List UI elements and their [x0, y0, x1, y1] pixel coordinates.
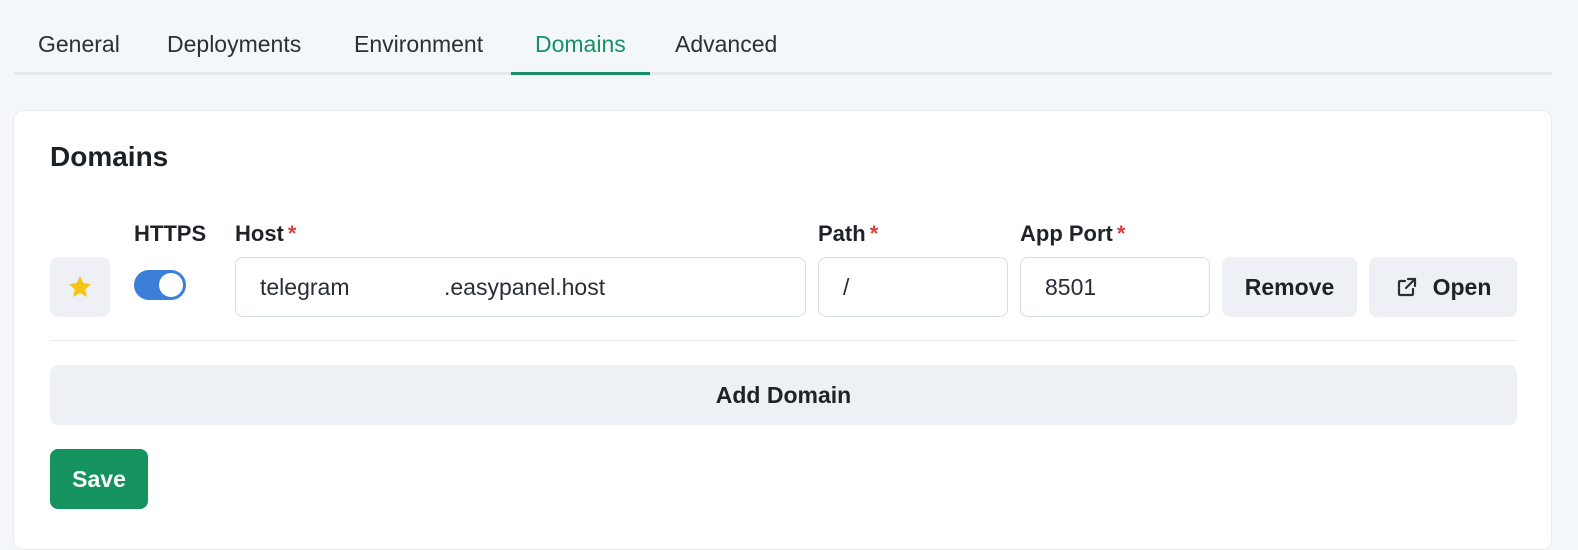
tab-environment[interactable]: Environment: [330, 26, 507, 75]
tab-domains[interactable]: Domains: [511, 26, 650, 75]
divider: [50, 340, 1517, 341]
open-button[interactable]: Open: [1369, 257, 1517, 317]
app-port-label: App Port *: [1020, 221, 1125, 247]
remove-button[interactable]: Remove: [1222, 257, 1357, 317]
save-button[interactable]: Save: [50, 449, 148, 509]
app-port-input[interactable]: 8501: [1020, 257, 1210, 317]
tab-advanced[interactable]: Advanced: [651, 26, 801, 75]
path-label: Path *: [818, 221, 878, 247]
tab-deployments[interactable]: Deployments: [143, 26, 325, 75]
app-port-label-text: App Port: [1020, 221, 1113, 246]
https-toggle[interactable]: [134, 270, 186, 300]
domains-card: Domains HTTPS Host * Path * App Port * tele…: [13, 110, 1552, 550]
host-input[interactable]: telegram .easypanel.host: [235, 257, 806, 317]
https-label: HTTPS: [134, 221, 207, 246]
open-label: Open: [1432, 273, 1492, 300]
card-title: Domains: [50, 141, 169, 172]
tab-general[interactable]: General: [14, 26, 144, 75]
toggle-knob: [159, 273, 183, 297]
path-input[interactable]: /: [818, 257, 1008, 317]
external-link-icon: [1397, 277, 1416, 297]
star-icon: [68, 275, 92, 298]
add-domain-button[interactable]: Add Domain: [50, 365, 1517, 425]
required-mark: *: [869, 221, 879, 246]
path-label-text: Path: [818, 221, 866, 246]
primary-domain-button[interactable]: [50, 257, 110, 317]
host-suffix: .easypanel.host: [444, 273, 606, 300]
required-mark: *: [1116, 221, 1126, 246]
host-prefix: telegram: [260, 273, 350, 300]
remove-label: Remove: [1244, 273, 1335, 300]
host-label-text: Host: [235, 221, 284, 246]
tab-bar: General Deployments Environment Domains …: [14, 0, 1552, 75]
required-mark: *: [287, 221, 297, 246]
host-label: Host *: [235, 221, 296, 247]
